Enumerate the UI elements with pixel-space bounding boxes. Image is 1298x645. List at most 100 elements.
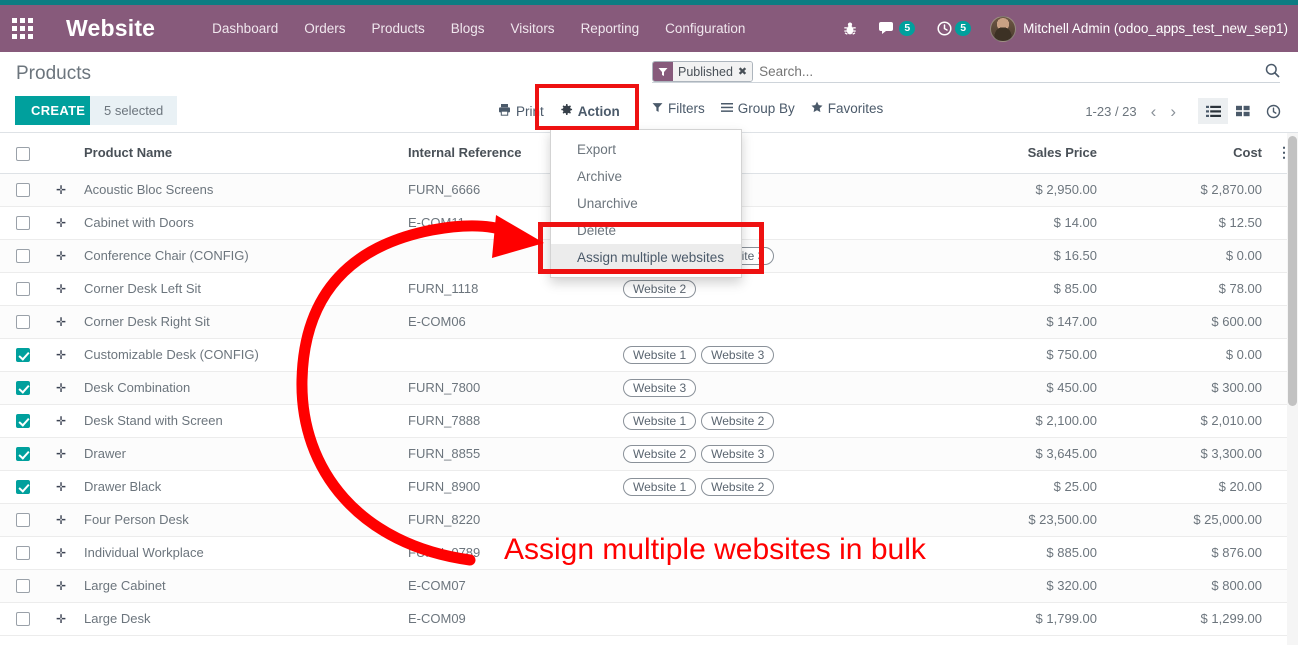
drag-handle-icon[interactable]: ✛ <box>56 447 66 461</box>
drag-handle-icon[interactable]: ✛ <box>56 414 66 428</box>
search-input[interactable] <box>759 64 1280 79</box>
row-checkbox[interactable] <box>16 612 30 626</box>
drag-handle-icon[interactable]: ✛ <box>56 282 66 296</box>
drag-handle-icon[interactable]: ✛ <box>56 612 66 626</box>
row-checkbox[interactable] <box>16 216 30 230</box>
row-checkbox[interactable] <box>16 315 30 329</box>
menu-item-products[interactable]: Products <box>358 15 437 42</box>
favorites-button[interactable]: Favorites <box>811 101 884 116</box>
menu-item-export[interactable]: Export <box>551 136 741 163</box>
list-view-button[interactable] <box>1198 98 1228 124</box>
search-icon[interactable] <box>1265 63 1280 82</box>
drag-handle-icon[interactable]: ✛ <box>56 183 66 197</box>
selected-count-badge[interactable]: 5 selected <box>90 96 177 125</box>
header-cost[interactable]: Cost <box>1105 133 1270 173</box>
row-checkbox[interactable] <box>16 579 30 593</box>
action-button[interactable]: Action <box>552 101 628 121</box>
print-button[interactable]: Print <box>490 101 552 121</box>
menu-item-visitors[interactable]: Visitors <box>498 15 568 42</box>
row-checkbox[interactable] <box>16 480 30 494</box>
bug-icon[interactable] <box>832 21 868 36</box>
select-all-header <box>0 133 46 173</box>
row-checkbox[interactable] <box>16 249 30 263</box>
drag-handle-icon[interactable]: ✛ <box>56 381 66 395</box>
row-checkbox[interactable] <box>16 183 30 197</box>
row-checkbox[interactable] <box>16 381 30 395</box>
table-row[interactable]: ✛Large DeskE-COM09$ 1,799.00$ 1,299.00 <box>0 602 1298 635</box>
website-tag: Website 3 <box>701 445 774 463</box>
row-checkbox[interactable] <box>16 513 30 527</box>
menu-item-blogs[interactable]: Blogs <box>438 15 498 42</box>
groupby-button[interactable]: Group By <box>721 101 795 116</box>
cell-sales-price: $ 25.00 <box>915 470 1105 503</box>
header-sales-price[interactable]: Sales Price <box>915 133 1105 173</box>
table-row[interactable]: ✛Drawer BlackFURN_8900Website 1Website 2… <box>0 470 1298 503</box>
row-select-cell <box>0 404 46 437</box>
vertical-scrollbar-thumb[interactable] <box>1288 136 1297 406</box>
table-row[interactable]: ✛Corner Desk Right SitE-COM06$ 147.00$ 6… <box>0 305 1298 338</box>
row-checkbox[interactable] <box>16 546 30 560</box>
header-product-name[interactable]: Product Name <box>76 133 400 173</box>
cell-product-name: Customizable Desk (CONFIG) <box>76 338 400 371</box>
search-bar: Published ✖ <box>652 61 1280 83</box>
filter-icon <box>652 101 663 116</box>
search-facet-published[interactable]: Published ✖ <box>652 61 753 82</box>
menu-item-orders[interactable]: Orders <box>291 15 358 42</box>
menu-item-archive[interactable]: Archive <box>551 163 741 190</box>
cell-internal-reference <box>400 338 615 371</box>
cell-sales-price: $ 2,100.00 <box>915 404 1105 437</box>
row-select-cell <box>0 206 46 239</box>
menu-item-configuration[interactable]: Configuration <box>652 15 758 42</box>
table-row[interactable]: ✛DrawerFURN_8855Website 2Website 3$ 3,64… <box>0 437 1298 470</box>
row-checkbox[interactable] <box>16 447 30 461</box>
table-row[interactable]: ✛Customizable Desk (CONFIG)Website 1Webs… <box>0 338 1298 371</box>
table-row[interactable]: ✛Large CabinetE-COM07$ 320.00$ 800.00 <box>0 569 1298 602</box>
activity-view-button[interactable] <box>1258 98 1288 124</box>
create-button[interactable]: CREATE <box>15 96 101 125</box>
drag-handle-icon[interactable]: ✛ <box>56 249 66 263</box>
row-checkbox[interactable] <box>16 282 30 296</box>
cell-cost: $ 876.00 <box>1105 536 1270 569</box>
drag-handle-icon[interactable]: ✛ <box>56 480 66 494</box>
drag-handle-icon[interactable]: ✛ <box>56 546 66 560</box>
table-row[interactable]: ✛Desk Stand with ScreenFURN_7888Website … <box>0 404 1298 437</box>
drag-handle-icon[interactable]: ✛ <box>56 216 66 230</box>
pager-previous-button[interactable]: ‹ <box>1151 103 1157 120</box>
cell-cost: $ 3,300.00 <box>1105 437 1270 470</box>
select-all-checkbox[interactable] <box>16 147 30 161</box>
filters-button[interactable]: Filters <box>652 101 705 116</box>
row-checkbox[interactable] <box>16 414 30 428</box>
kanban-view-button[interactable] <box>1228 98 1258 124</box>
drag-handle-icon[interactable]: ✛ <box>56 315 66 329</box>
menu-item-delete[interactable]: Delete <box>551 217 741 244</box>
cell-product-name: Corner Desk Left Sit <box>76 272 400 305</box>
drag-handle-icon[interactable]: ✛ <box>56 579 66 593</box>
close-icon[interactable]: ✖ <box>738 65 747 78</box>
pager-count: 1-23 / 23 <box>1085 104 1136 119</box>
printer-icon <box>498 103 511 119</box>
drag-handle-icon[interactable]: ✛ <box>56 513 66 527</box>
cell-sales-price: $ 14.00 <box>915 206 1105 239</box>
drag-handle-icon[interactable]: ✛ <box>56 348 66 362</box>
page-title: Products <box>16 63 91 85</box>
row-checkbox[interactable] <box>16 348 30 362</box>
menu-item-reporting[interactable]: Reporting <box>568 15 653 42</box>
user-name-label[interactable]: Mitchell Admin (odoo_apps_test_new_sep1) <box>1023 21 1288 36</box>
cell-websites: Website 2Website 3 <box>615 437 915 470</box>
menu-item-assign-multiple-websites[interactable]: Assign multiple websites <box>551 244 741 271</box>
cell-product-name: Acoustic Bloc Screens <box>76 173 400 206</box>
table-row[interactable]: ✛Four Person DeskFURN_8220$ 23,500.00$ 2… <box>0 503 1298 536</box>
cell-product-name: Corner Desk Right Sit <box>76 305 400 338</box>
activities-clock-icon[interactable]: 5 <box>926 21 982 36</box>
messages-icon[interactable]: 5 <box>868 21 926 36</box>
table-row[interactable]: ✛Individual WorkplaceFURN_0789$ 885.00$ … <box>0 536 1298 569</box>
menu-item-unarchive[interactable]: Unarchive <box>551 190 741 217</box>
pager-next-button[interactable]: › <box>1170 103 1176 120</box>
website-tag: Website 2 <box>701 412 774 430</box>
apps-grid-icon[interactable] <box>0 5 44 52</box>
row-drag-cell: ✛ <box>46 338 76 371</box>
table-row[interactable]: ✛Desk CombinationFURN_7800Website 3$ 450… <box>0 371 1298 404</box>
menu-item-dashboard[interactable]: Dashboard <box>199 15 291 42</box>
avatar[interactable] <box>990 16 1016 42</box>
row-select-cell <box>0 437 46 470</box>
